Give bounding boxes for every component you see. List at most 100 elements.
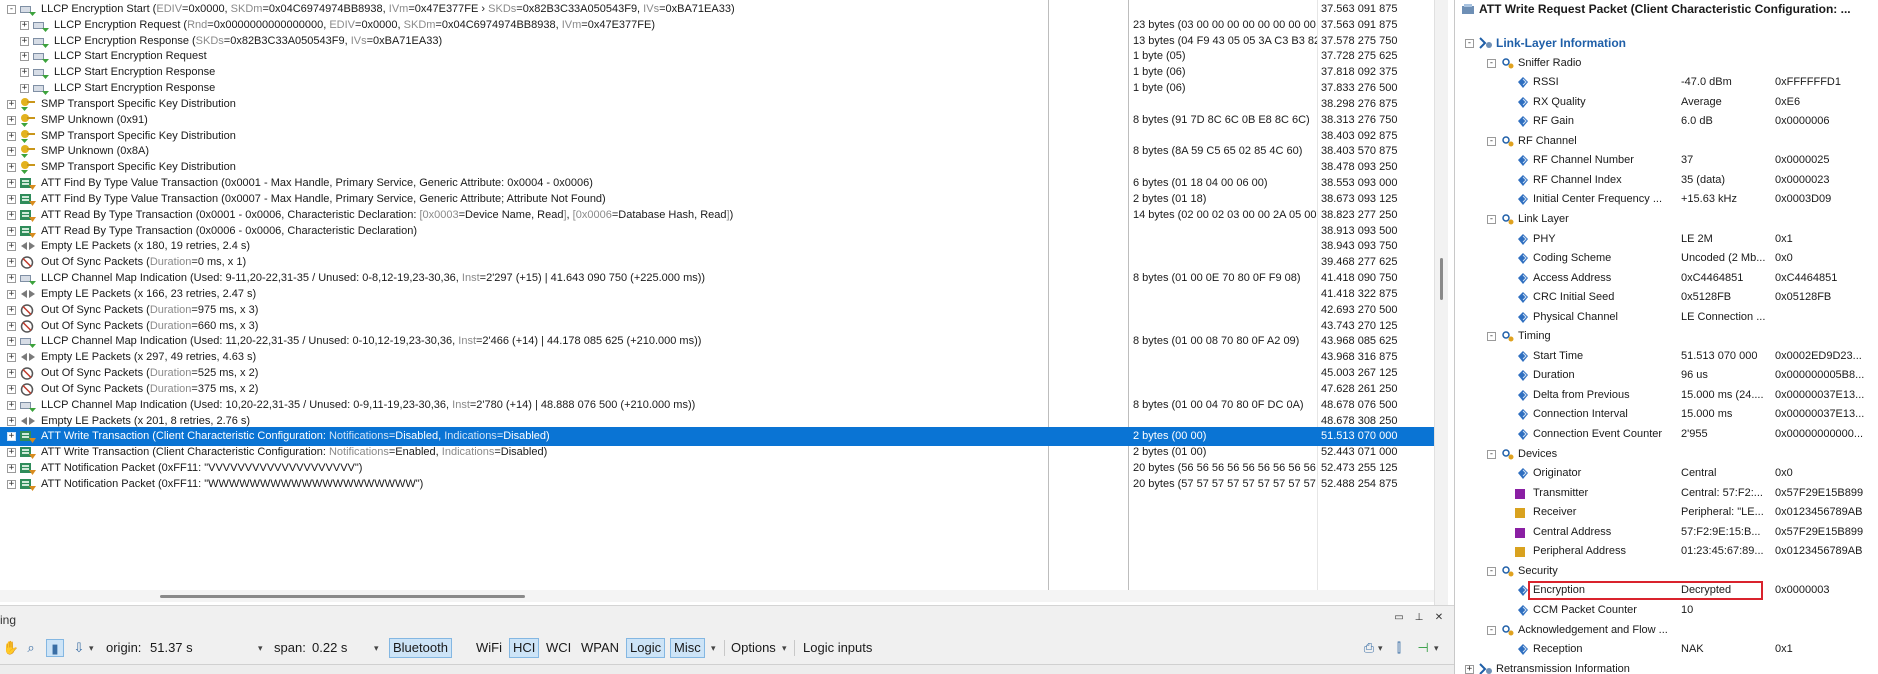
detail-row[interactable]: Reception NAK 0x1 (1455, 640, 1878, 659)
timeline-strip[interactable] (0, 664, 1454, 674)
expand-icon[interactable]: + (7, 226, 16, 236)
collapse-icon[interactable]: - (1487, 566, 1496, 576)
detail-row[interactable]: Initial Center Frequency ... +15.63 kHz 0x… (1455, 190, 1878, 209)
expand-icon[interactable]: + (20, 52, 29, 62)
expand-icon[interactable]: + (20, 36, 29, 46)
expand-icon[interactable]: + (7, 242, 16, 252)
detail-row[interactable]: Delta from Previous 15.000 ms (24.... 0x00… (1455, 386, 1878, 405)
zoom-icon[interactable]: ⌕ (22, 639, 40, 657)
detail-row[interactable]: Connection Event Counter 2'955 0x000000000… (1455, 425, 1878, 444)
chevron-down-icon[interactable]: ▾ (1434, 638, 1439, 658)
vertical-scrollbar[interactable] (1434, 0, 1448, 605)
expand-icon[interactable]: + (7, 305, 16, 315)
chevron-down-icon[interactable]: ▾ (374, 638, 379, 658)
expand-icon[interactable]: + (7, 369, 16, 379)
collapse-icon[interactable]: - (1487, 58, 1496, 68)
detail-row[interactable]: Transmitter Central: 57:F2:... 0x57F29E15B… (1455, 484, 1878, 503)
expand-icon[interactable]: + (7, 432, 16, 442)
collapse-icon[interactable]: - (1487, 332, 1496, 342)
expand-icon[interactable]: + (20, 84, 29, 94)
detail-row[interactable]: RF Gain 6.0 dB 0x0000006 (1455, 112, 1878, 131)
expand-icon[interactable]: + (7, 289, 16, 299)
expand-icon[interactable]: + (7, 258, 16, 268)
detail-row[interactable]: Encryption Decrypted 0x0000003 (1455, 581, 1878, 601)
expand-icon[interactable]: + (1465, 664, 1474, 674)
chevron-down-icon[interactable]: ▾ (711, 638, 716, 658)
collapse-icon[interactable]: - (1487, 136, 1496, 146)
cursor-icon[interactable]: ⊣ (1414, 639, 1432, 657)
expand-icon[interactable]: + (7, 179, 16, 189)
detail-row[interactable]: Connection Interval 15.000 ms 0x00000037E1… (1455, 405, 1878, 424)
options-button[interactable]: Options (728, 638, 779, 658)
detail-row[interactable]: Start Time 51.513 070 000 0x0002ED9D23... (1455, 347, 1878, 366)
marker-icon[interactable]: ⇩ (70, 639, 88, 657)
detail-row[interactable]: - Timing (1455, 327, 1878, 346)
expand-icon[interactable]: + (20, 68, 29, 78)
bluetooth-filter-button[interactable]: Bluetooth (389, 638, 452, 658)
logic-inputs-button[interactable]: Logic inputs (800, 638, 875, 658)
chevron-down-icon[interactable]: ▾ (258, 638, 263, 658)
expand-icon[interactable]: + (7, 115, 16, 125)
chevron-down-icon[interactable]: ▾ (1378, 638, 1383, 658)
detail-row[interactable]: Access Address 0xC4464851 0xC4464851 (1455, 269, 1878, 288)
detail-row[interactable]: - Link-Layer Information (1455, 34, 1878, 53)
expand-icon[interactable]: + (20, 20, 29, 30)
packet-list[interactable]: - LLCP Encryption Start (EDIV=0x0000, SKD… (0, 0, 1434, 605)
collapse-icon[interactable]: - (1487, 625, 1496, 635)
detail-row[interactable]: Physical Channel LE Connection ... (1455, 308, 1878, 327)
collapse-icon[interactable]: - (1465, 39, 1474, 48)
expand-icon[interactable]: + (7, 163, 16, 173)
detail-row[interactable]: - Devices (1455, 445, 1878, 464)
detail-row[interactable]: - Sniffer Radio (1455, 54, 1878, 73)
scrollbar-thumb[interactable] (160, 595, 525, 598)
detail-row[interactable]: - RF Channel (1455, 132, 1878, 151)
detail-row[interactable]: Peripheral Address 01:23:45:67:89... 0x012… (1455, 542, 1878, 561)
detail-row[interactable]: RF Channel Number 37 0x0000025 (1455, 151, 1878, 170)
detail-row[interactable]: CRC Initial Seed 0x5128FB 0x05128FB (1455, 288, 1878, 307)
packet-row[interactable]: + ATT Notification Packet (0xFF11: "WWWWW… (0, 475, 1434, 494)
pin-icon[interactable]: ⊥ (1412, 612, 1426, 624)
expand-icon[interactable]: + (7, 448, 16, 458)
restore-icon[interactable]: ▭ (1392, 612, 1406, 624)
detail-row[interactable]: + Retransmission Information (1455, 660, 1878, 674)
chevron-down-icon[interactable]: ▾ (782, 638, 787, 658)
horizontal-scrollbar[interactable] (0, 590, 1434, 602)
expand-icon[interactable]: + (7, 400, 16, 410)
detail-row[interactable]: - Link Layer (1455, 210, 1878, 229)
detail-row[interactable]: Duration 96 us 0x000000005B8... (1455, 366, 1878, 385)
detail-row[interactable]: Coding Scheme Uncoded (2 Mb... 0x0 (1455, 249, 1878, 268)
wpan-filter-button[interactable]: WPAN (578, 638, 622, 658)
detail-row[interactable]: RX Quality Average 0xE6 (1455, 93, 1878, 112)
close-icon[interactable]: ✕ (1432, 612, 1446, 624)
logic-filter-button[interactable]: Logic (626, 638, 666, 658)
expand-icon[interactable]: + (7, 321, 16, 331)
detail-row[interactable]: PHY LE 2M 0x1 (1455, 230, 1878, 249)
misc-filter-button[interactable]: Misc (670, 638, 705, 658)
export-icon[interactable]: ⎙ (1360, 639, 1378, 657)
detail-row[interactable]: Receiver Peripheral: "LE... 0x0123456789AB (1455, 503, 1878, 522)
detail-row[interactable]: Central Address 57:F2:9E:15:B... 0x57F29E1… (1455, 523, 1878, 542)
origin-input[interactable] (150, 638, 254, 658)
span-input[interactable] (312, 638, 372, 658)
detail-row[interactable]: CCM Packet Counter 10 (1455, 601, 1878, 620)
hci-filter-button[interactable]: HCI (509, 638, 540, 658)
expand-icon[interactable]: + (7, 210, 16, 220)
collapse-icon[interactable]: - (1487, 449, 1496, 459)
expand-icon[interactable]: + (7, 479, 16, 489)
expand-icon[interactable]: + (7, 464, 16, 474)
chevron-down-icon[interactable]: ▾ (89, 638, 94, 658)
wci-filter-button[interactable]: WCI (543, 638, 574, 658)
expand-icon[interactable]: + (7, 99, 16, 109)
expand-icon[interactable]: + (7, 353, 16, 363)
align-icon[interactable]: ⫿ (1390, 639, 1408, 657)
expand-icon[interactable]: + (7, 274, 16, 284)
expand-icon[interactable]: + (7, 131, 16, 141)
expand-icon[interactable]: + (7, 384, 16, 394)
detail-row[interactable]: RF Channel Index 35 (data) 0x0000023 (1455, 171, 1878, 190)
scrollbar-thumb[interactable] (1440, 258, 1443, 300)
wifi-filter-button[interactable]: WiFi (473, 638, 505, 658)
detail-row[interactable]: RSSI -47.0 dBm 0xFFFFFFD1 (1455, 73, 1878, 92)
detail-row[interactable]: - Security (1455, 562, 1878, 581)
expand-icon[interactable]: + (7, 416, 16, 426)
collapse-icon[interactable]: - (1487, 214, 1496, 224)
